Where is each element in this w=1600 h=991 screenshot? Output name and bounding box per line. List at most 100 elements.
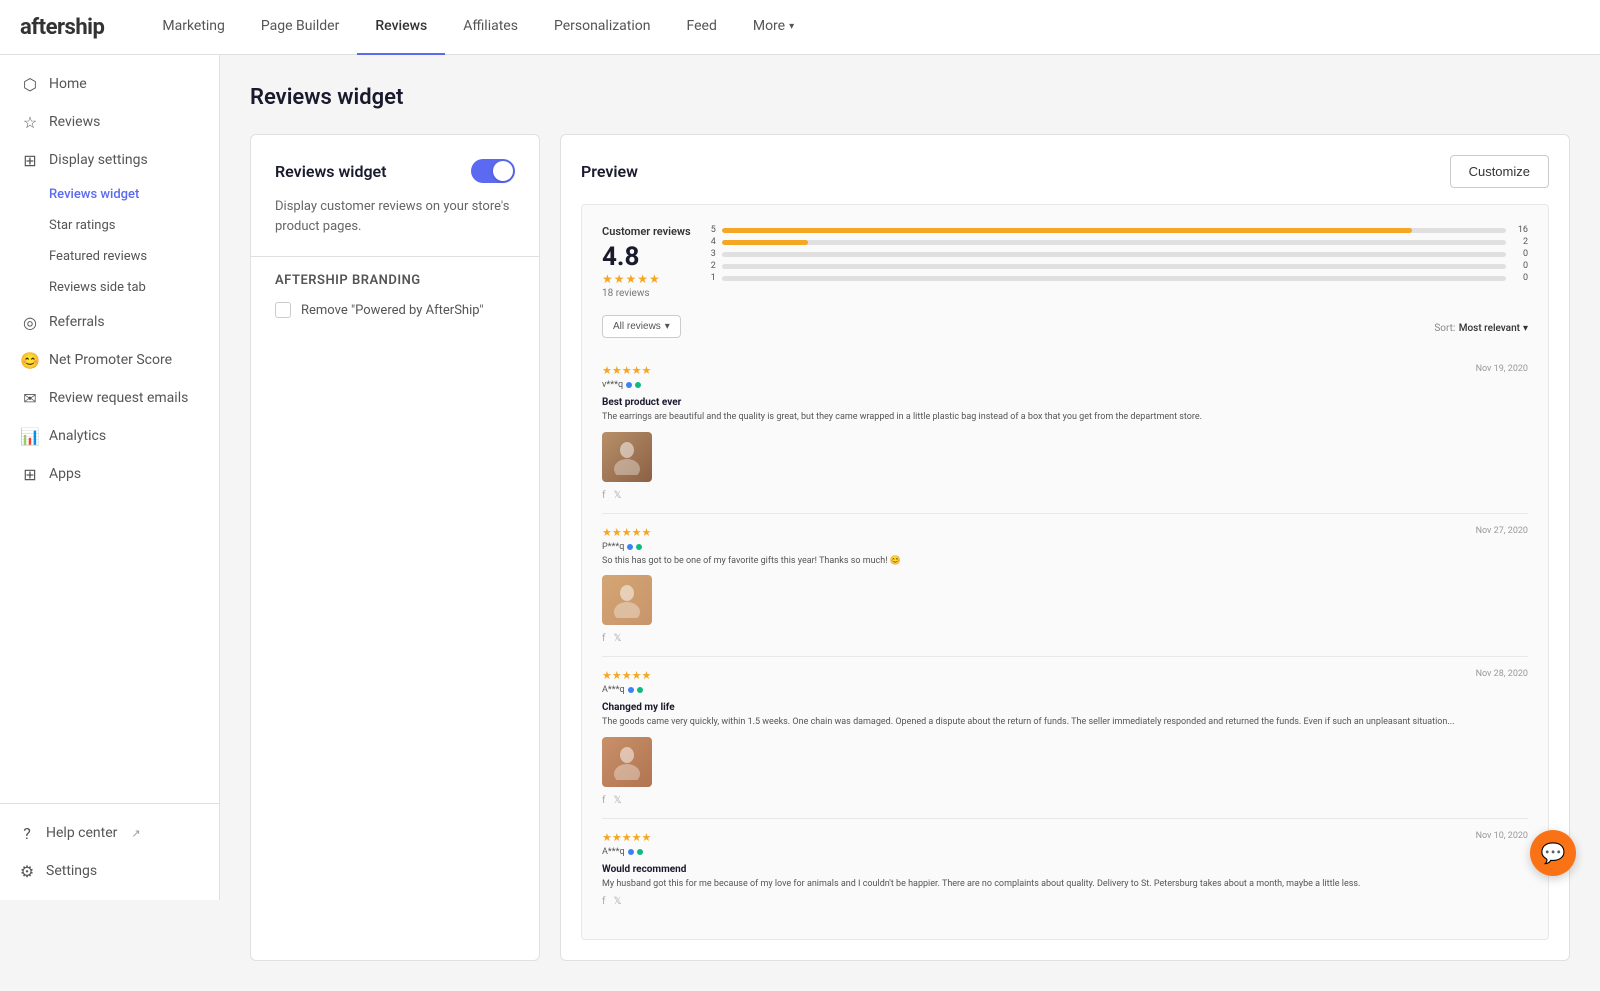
top-nav-links: Marketing Page Builder Reviews Affiliate… — [144, 0, 812, 55]
sidebar-item-display-settings[interactable]: ⊞ Display settings — [0, 141, 219, 179]
external-link-icon: ↗ — [131, 827, 140, 840]
filter-label: All reviews — [613, 321, 661, 332]
review-title: Best product ever — [602, 397, 1528, 408]
twitter-share-icon[interactable]: 𝕏 — [613, 795, 621, 806]
review-date: Nov 28, 2020 — [1476, 669, 1528, 679]
nav-reviews[interactable]: Reviews — [357, 0, 445, 55]
sidebar-item-review-request-emails[interactable]: ✉ Review request emails — [0, 379, 219, 417]
content-row: Reviews widget Display customer reviews … — [250, 134, 1570, 961]
filter-row: All reviews ▾ Sort: Most relevant ▾ — [602, 315, 1528, 338]
preview-inner: Customer reviews 4.8 ★★★★★ 18 reviews 5 … — [581, 204, 1549, 940]
review-stars: ★★★★★ — [602, 669, 651, 682]
toggle-knob — [493, 161, 513, 181]
sidebar-item-home[interactable]: ⬡ Home — [0, 65, 219, 103]
logo-text: aftership — [20, 15, 104, 40]
facebook-share-icon[interactable]: f — [602, 490, 605, 501]
settings-card: Reviews widget Display customer reviews … — [250, 134, 540, 961]
sidebar: ⬡ Home ☆ Reviews ⊞ Display settings Revi… — [0, 55, 220, 900]
settings-icon: ⚙ — [18, 862, 36, 880]
review-body: The goods came very quickly, within 1.5 … — [602, 716, 1528, 729]
facebook-share-icon[interactable]: f — [602, 896, 605, 907]
analytics-icon: 📊 — [21, 427, 39, 445]
nav-marketing[interactable]: Marketing — [144, 0, 243, 55]
sidebar-referrals-label: Referrals — [49, 314, 105, 330]
sidebar-apps-label: Apps — [49, 466, 81, 482]
main-content: Reviews widget Reviews widget Display cu… — [220, 55, 1600, 991]
email-icon: ✉ — [21, 389, 39, 407]
review-actions: f 𝕏 — [602, 896, 1528, 907]
cr-bar-fill-5 — [722, 228, 1412, 233]
sidebar-item-analytics[interactable]: 📊 Analytics — [0, 417, 219, 455]
logo[interactable]: aftership — [20, 15, 104, 40]
sidebar-reviews-side-tab-label: Reviews side tab — [49, 280, 146, 295]
sidebar-star-ratings-label: Star ratings — [49, 218, 116, 233]
sidebar-item-reviews[interactable]: ☆ Reviews — [0, 103, 219, 141]
all-reviews-filter[interactable]: All reviews ▾ — [602, 315, 681, 338]
sidebar-bottom-section: ? Help center ↗ ⚙ Settings — [0, 803, 219, 900]
reviews-icon: ☆ — [21, 113, 39, 131]
review-user: A***q — [602, 685, 651, 695]
cr-score: 4.8 — [602, 242, 691, 272]
review-item: ★★★★★ A***q Nov 10, 2020 Would recommend… — [602, 819, 1528, 920]
nav-feed[interactable]: Feed — [669, 0, 735, 55]
cr-count: 18 reviews — [602, 288, 691, 299]
sort-value[interactable]: Most relevant ▾ — [1459, 323, 1528, 334]
twitter-share-icon[interactable]: 𝕏 — [613, 896, 621, 907]
sidebar-help-center[interactable]: ? Help center ↗ — [0, 814, 219, 852]
twitter-share-icon[interactable]: 𝕏 — [613, 633, 621, 644]
sort-arrow-icon: ▾ — [1523, 323, 1528, 334]
branding-section-title: AFTERSHIP BRANDING — [275, 273, 515, 288]
review-stars: ★★★★★ — [602, 364, 651, 377]
cr-bar-track-1 — [722, 276, 1506, 281]
reviews-widget-toggle[interactable] — [471, 159, 515, 183]
review-header: ★★★★★ v***q Nov 19, 2020 — [602, 364, 1528, 393]
sidebar-reviews-widget-label: Reviews widget — [49, 187, 139, 202]
sort-label: Sort: — [1434, 323, 1455, 334]
top-navigation: aftership Marketing Page Builder Reviews… — [0, 0, 1600, 55]
preview-card: Preview Customize Customer reviews 4.8 ★… — [560, 134, 1570, 961]
nps-icon: 😊 — [21, 351, 39, 369]
review-item: ★★★★★ P***q Nov 27, 2020 So this has got… — [602, 514, 1528, 658]
display-settings-icon: ⊞ — [21, 151, 39, 169]
remove-branding-label: Remove "Powered by AfterShip" — [301, 303, 484, 318]
customize-button[interactable]: Customize — [1450, 155, 1549, 188]
cr-bar-track-3 — [722, 252, 1506, 257]
sidebar-email-label: Review request emails — [49, 390, 188, 406]
review-header: ★★★★★ P***q Nov 27, 2020 — [602, 526, 1528, 555]
facebook-share-icon[interactable]: f — [602, 633, 605, 644]
remove-branding-checkbox[interactable] — [275, 302, 291, 318]
home-icon: ⬡ — [21, 75, 39, 93]
sidebar-sub-reviews-side-tab[interactable]: Reviews side tab — [0, 272, 219, 303]
nav-personalization[interactable]: Personalization — [536, 0, 669, 55]
review-body: My husband got this for me because of my… — [602, 878, 1528, 891]
sidebar-sub-reviews-widget[interactable]: Reviews widget — [0, 179, 219, 210]
facebook-share-icon[interactable]: f — [602, 795, 605, 806]
review-title: Would recommend — [602, 864, 1528, 875]
review-user: A***q — [602, 847, 651, 857]
verified-badge — [628, 849, 634, 855]
sidebar-reviews-label: Reviews — [49, 114, 100, 130]
chat-icon: 💬 — [1541, 841, 1566, 865]
sidebar-sub-star-ratings[interactable]: Star ratings — [0, 210, 219, 241]
nav-more[interactable]: More ▾ — [735, 0, 812, 55]
twitter-share-icon[interactable]: 𝕏 — [613, 490, 621, 501]
nav-affiliates[interactable]: Affiliates — [445, 0, 536, 55]
nav-page-builder[interactable]: Page Builder — [243, 0, 357, 55]
chat-support-button[interactable]: 💬 — [1530, 830, 1576, 876]
remove-branding-row[interactable]: Remove "Powered by AfterShip" — [275, 302, 515, 318]
review-header: ★★★★★ A***q Nov 10, 2020 — [602, 831, 1528, 860]
sidebar-sub-featured-reviews[interactable]: Featured reviews — [0, 241, 219, 272]
cr-label: Customer reviews — [602, 225, 691, 238]
sidebar-item-net-promoter-score[interactable]: 😊 Net Promoter Score — [0, 341, 219, 379]
sidebar-help-label: Help center — [46, 825, 117, 841]
cr-bar-2: 2 0 — [711, 261, 1528, 271]
purchase-badge — [635, 382, 641, 388]
verified-badge — [627, 544, 633, 550]
sidebar-settings[interactable]: ⚙ Settings — [0, 852, 219, 890]
cr-bar-track-4 — [722, 240, 1506, 245]
sidebar-item-referrals[interactable]: ◎ Referrals — [0, 303, 219, 341]
cr-bar-4: 4 2 — [711, 237, 1528, 247]
apps-icon: ⊞ — [21, 465, 39, 483]
review-title: Changed my life — [602, 702, 1528, 713]
sidebar-item-apps[interactable]: ⊞ Apps — [0, 455, 219, 493]
